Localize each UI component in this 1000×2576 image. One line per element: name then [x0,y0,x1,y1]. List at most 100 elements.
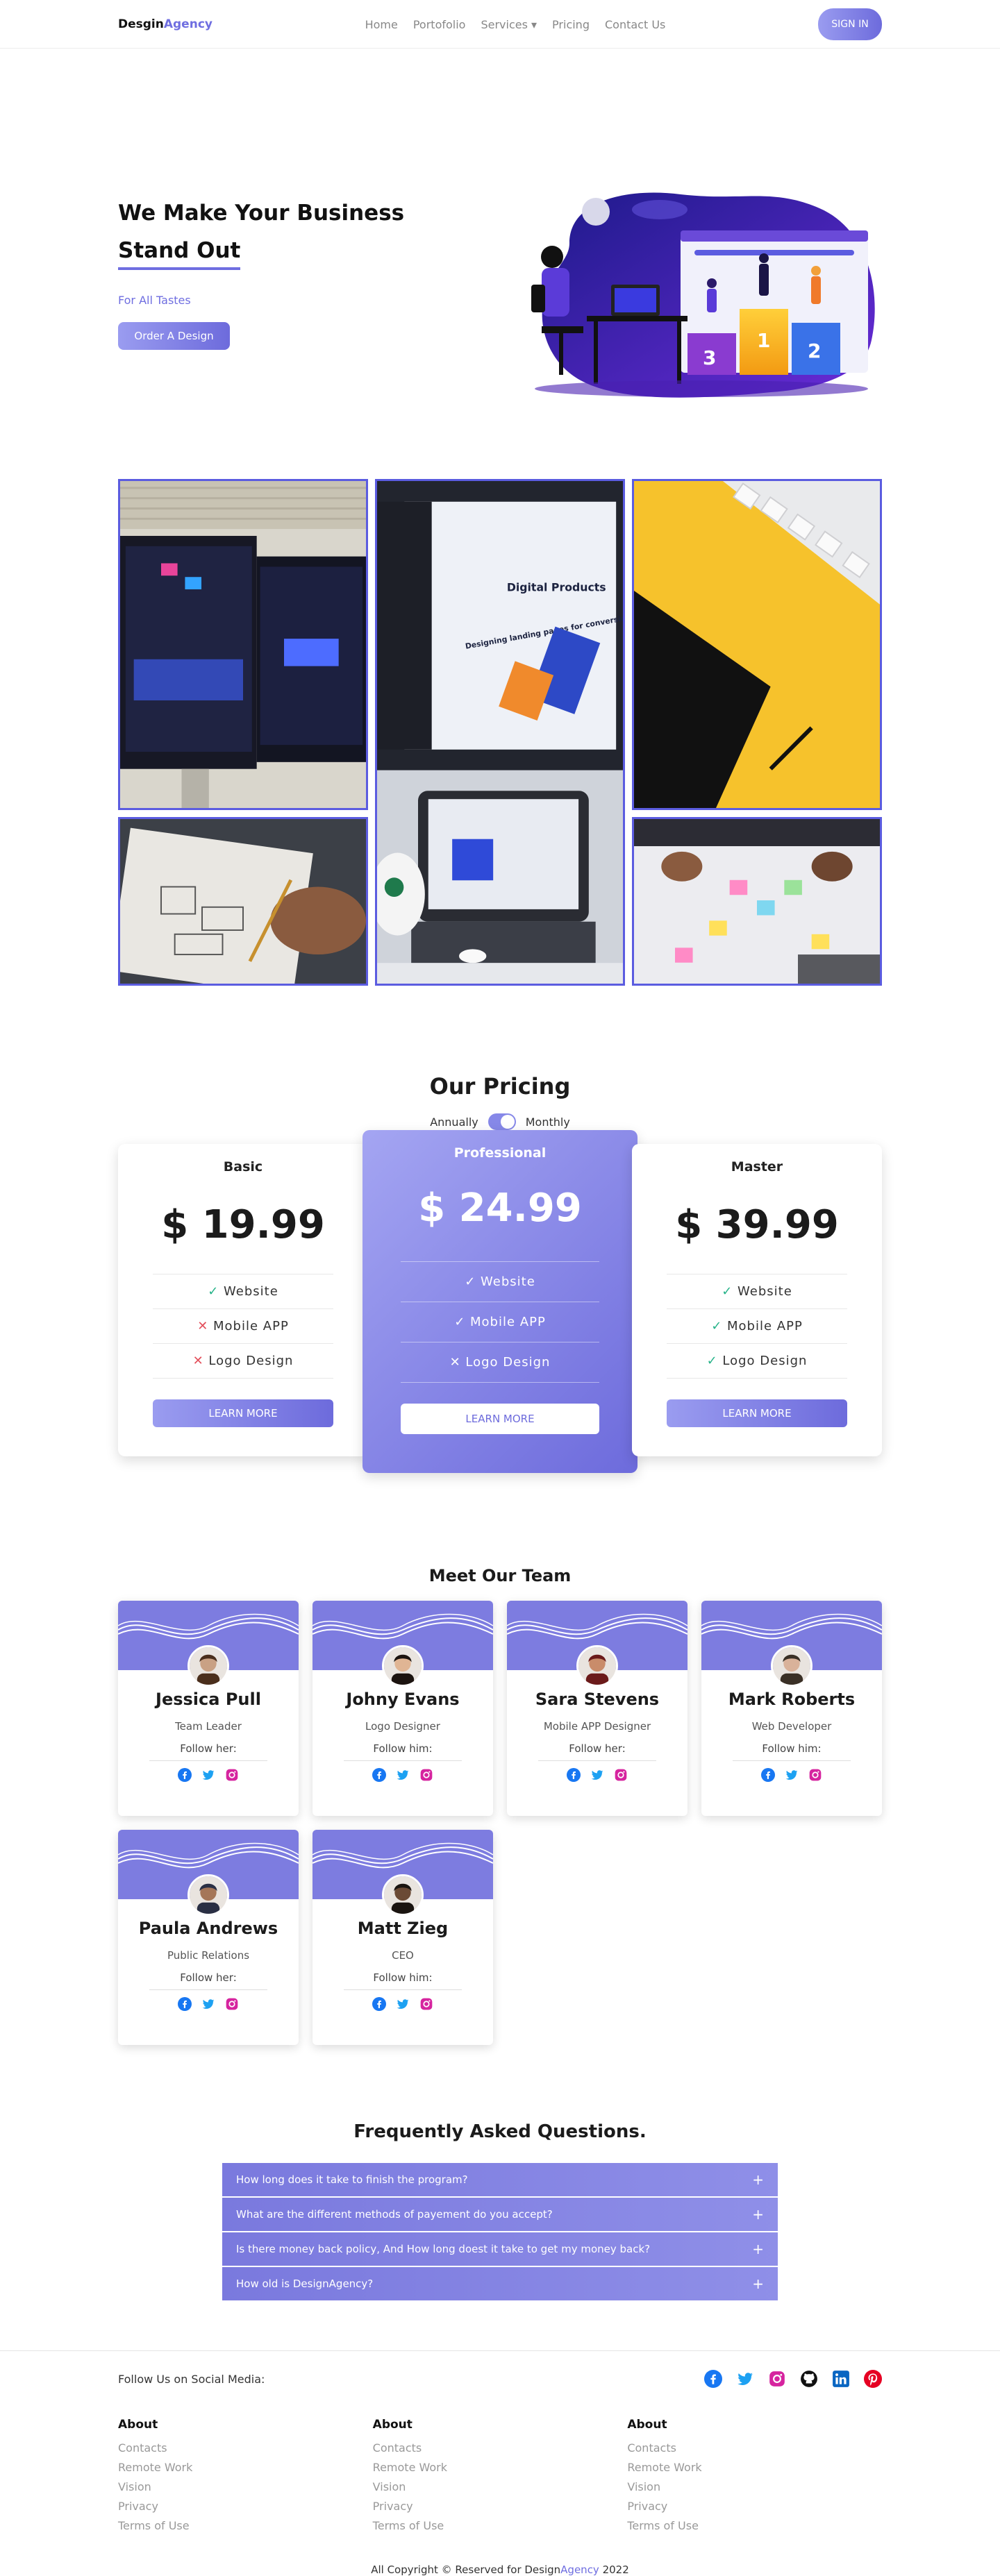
facebook-icon[interactable] [567,1768,581,1782]
github-icon[interactable] [800,2370,818,2388]
billing-toggle[interactable] [488,1113,516,1130]
hero-text: We Make Your Business Stand Out For All … [118,194,404,350]
avatar [188,1645,229,1687]
member-role: Mobile APP Designer [543,1720,651,1733]
hero-title-line2: Stand Out [118,234,241,270]
feature-item: ✓ Website [667,1274,847,1309]
faq-title: Frequently Asked Questions. [353,2121,647,2142]
footer-link-vision[interactable]: Vision [118,2477,373,2497]
facebook-icon[interactable] [372,1768,386,1782]
nav-contact[interactable]: Contact Us [605,18,665,31]
feature-label: Mobile APP [470,1315,546,1329]
instagram-icon[interactable] [768,2370,786,2388]
plan-name: Master [731,1159,783,1175]
feature-list: ✓ Website ✓ Mobile APP ✕ Logo Design [362,1261,638,1383]
twitter-icon[interactable] [736,2370,754,2388]
plan-price: $ 39.99 [675,1202,839,1247]
footer-link-terms[interactable]: Terms of Use [627,2516,882,2536]
footer-link-terms[interactable]: Terms of Use [118,2516,373,2536]
instagram-icon[interactable] [808,1768,822,1782]
faq-item[interactable]: What are the different methods of payeme… [222,2198,778,2231]
footer-columns: About Contacts Remote Work Vision Privac… [118,2418,882,2536]
instagram-icon[interactable] [225,1997,239,2011]
pricing-card-basic: Basic $ 19.99 ✓ Website ✕ Mobile APP ✕ L… [118,1144,368,1456]
twitter-icon[interactable] [396,1768,410,1782]
facebook-icon[interactable] [178,1768,192,1782]
linkedin-icon[interactable] [832,2370,850,2388]
learn-more-button[interactable]: LEARN MORE [401,1404,599,1434]
footer-column-title: About [627,2418,667,2432]
check-icon: ✓ [706,1354,718,1368]
order-design-button[interactable]: Order A Design [118,322,230,350]
hero-illustration: 3 1 2 [521,180,882,423]
sign-in-button[interactable]: SIGN IN [817,8,882,40]
footer-link-privacy[interactable]: Privacy [373,2497,628,2516]
instagram-icon[interactable] [419,1997,433,2011]
nav-home[interactable]: Home [365,18,398,31]
avatar [382,1874,424,1916]
footer-link-vision[interactable]: Vision [627,2477,882,2497]
feature-list: ✓ Website ✓ Mobile APP ✓ Logo Design [632,1274,882,1379]
twitter-icon[interactable] [396,1997,410,2011]
team-member-card: Matt Zieg CEO Follow him: [312,1830,493,2045]
team-member-card: Johny Evans Logo Designer Follow him: [312,1601,493,1816]
follow-label: Follow Us on Social Media: [118,2372,265,2386]
footer-link-privacy[interactable]: Privacy [118,2497,373,2516]
learn-more-button[interactable]: LEARN MORE [153,1399,333,1427]
plan-price: $ 24.99 [418,1186,582,1231]
footer-link-terms[interactable]: Terms of Use [373,2516,628,2536]
toggle-monthly-label[interactable]: Monthly [526,1116,570,1129]
pinterest-icon[interactable] [864,2370,882,2388]
learn-more-button[interactable]: LEARN MORE [667,1399,847,1427]
check-icon: ✓ [454,1315,466,1329]
social-row: Follow Us on Social Media: [118,2365,882,2393]
member-name: Matt Zieg [357,1919,449,1938]
faq-item[interactable]: How long does it take to finish the prog… [222,2163,778,2196]
instagram-icon[interactable] [225,1768,239,1782]
footer-link-contacts[interactable]: Contacts [373,2439,628,2458]
footer-link-privacy[interactable]: Privacy [627,2497,882,2516]
faq-item[interactable]: How old is DesignAgency? + [222,2267,778,2300]
feature-item: ✓ Mobile APP [667,1309,847,1344]
logo[interactable]: DesginAgency [118,17,212,31]
twitter-icon[interactable] [201,1997,215,2011]
cross-icon: ✕ [192,1354,204,1368]
faq-item[interactable]: Is there money back policy, And How long… [222,2232,778,2266]
footer-link-remote-work[interactable]: Remote Work [627,2458,882,2477]
instagram-icon[interactable] [419,1768,433,1782]
feature-item: ✕ Mobile APP [153,1309,333,1344]
copyright-year: 2022 [599,2564,629,2576]
member-role: Public Relations [167,1949,250,1962]
member-social-links [118,1768,299,1782]
footer-link-contacts[interactable]: Contacts [118,2439,373,2458]
nav-portfolio[interactable]: Portofolio [413,18,466,31]
feature-list: ✓ Website ✕ Mobile APP ✕ Logo Design [118,1274,368,1379]
faq-question: How old is DesignAgency? [236,2278,374,2290]
twitter-icon[interactable] [785,1768,799,1782]
nav-services-dropdown[interactable]: Services ▾ [481,18,537,31]
twitter-icon[interactable] [590,1768,604,1782]
facebook-icon[interactable] [761,1768,775,1782]
instagram-icon[interactable] [614,1768,628,1782]
footer-link-remote-work[interactable]: Remote Work [373,2458,628,2477]
member-follow-label: Follow her: [149,1742,267,1761]
facebook-icon[interactable] [178,1997,192,2011]
twitter-icon[interactable] [201,1768,215,1782]
team-member-card: Mark Roberts Web Developer Follow him: [701,1601,882,1816]
hero-subtitle: For All Tastes [118,294,191,307]
facebook-icon[interactable] [372,1997,386,2011]
nav-pricing[interactable]: Pricing [552,18,590,31]
footer-column: About Contacts Remote Work Vision Privac… [373,2418,628,2536]
footer-link-contacts[interactable]: Contacts [627,2439,882,2458]
member-name: Paula Andrews [138,1919,278,1938]
plus-icon: + [752,2241,764,2257]
footer-link-vision[interactable]: Vision [373,2477,628,2497]
feature-label: Logo Design [722,1354,808,1368]
facebook-icon[interactable] [704,2370,722,2388]
toggle-annually-label[interactable]: Annually [430,1116,478,1129]
avatar [576,1645,618,1687]
screen-headline: Digital Products [507,581,606,594]
copyright-text: All Copyright © Reserved for Design [371,2564,561,2576]
feature-label: Logo Design [208,1354,294,1368]
footer-link-remote-work[interactable]: Remote Work [118,2458,373,2477]
